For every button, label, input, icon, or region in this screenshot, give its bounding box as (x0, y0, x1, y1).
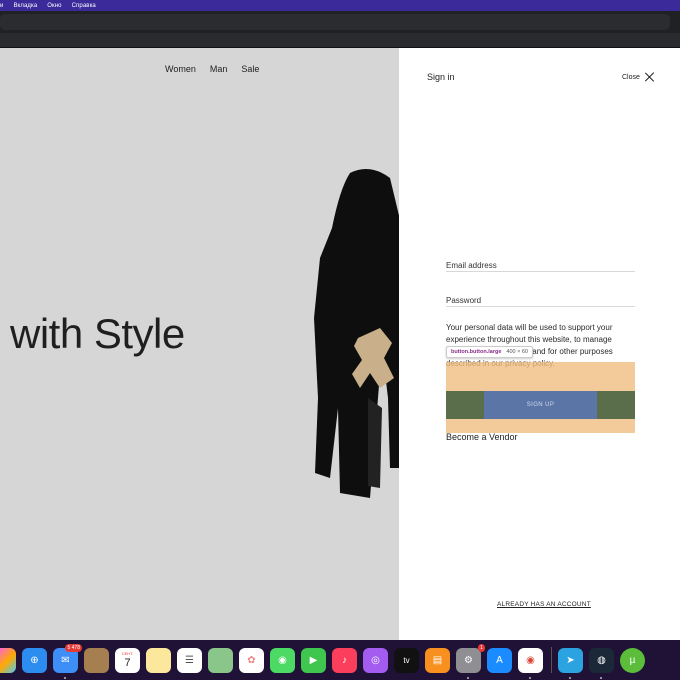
already-account-link[interactable]: ALREADY HAS AN ACCOUNT (497, 601, 591, 608)
menubar-item-window[interactable]: Окно (47, 3, 61, 9)
steam-icon[interactable]: ◍ (589, 647, 614, 679)
browser-addressbar[interactable] (0, 33, 680, 48)
password-field-wrapper (446, 290, 635, 307)
main-nav: Women Man Sale (165, 64, 259, 74)
devtools-tooltip: button.button.large 400 × 60 (446, 346, 533, 358)
macos-menubar: и Вкладка Окно Справка (0, 0, 680, 11)
close-button[interactable]: Close (622, 72, 655, 82)
chrome-icon[interactable]: ◉ (518, 647, 543, 679)
browser-tab[interactable] (0, 14, 670, 30)
menubar-item-help[interactable]: Справка (72, 3, 96, 9)
music-icon[interactable]: ♪ (332, 647, 357, 673)
mail-badge: 5 478 (65, 643, 82, 652)
launchpad-icon[interactable] (0, 647, 16, 673)
maps-icon[interactable] (208, 647, 233, 673)
macos-dock: ⊕ ✉ 5 478 СЕНТ. 7 ☰ ✿ ◉ ▶ ♪ ◎ tv ▤ ⚙ 1 A ◉… (0, 640, 680, 680)
become-vendor-link[interactable]: Become a Vendor (446, 432, 518, 442)
close-icon[interactable] (645, 72, 655, 82)
mail-icon[interactable]: ✉ 5 478 (53, 643, 82, 679)
privacy-text-1: Your personal data will be used to suppo… (446, 323, 613, 344)
screen: и Вкладка Окно Справка Women Man Sale wi… (0, 0, 680, 680)
signup-button[interactable]: SIGN UP (484, 391, 597, 419)
dock-separator (551, 647, 552, 673)
menubar-item-tab[interactable]: Вкладка (13, 3, 37, 9)
appletv-icon[interactable]: tv (394, 647, 419, 673)
browser-tabbar (0, 11, 680, 33)
nav-women[interactable]: Women (165, 64, 196, 74)
close-label: Close (622, 73, 640, 81)
drawer-title: Sign in (427, 72, 455, 82)
calendar-day: 7 (124, 657, 131, 669)
devtools-size: 400 × 60 (506, 349, 528, 355)
books-icon[interactable]: ▤ (425, 647, 450, 673)
messages-icon[interactable]: ◉ (270, 647, 295, 673)
facetime-icon[interactable]: ▶ (301, 647, 326, 673)
email-field[interactable] (446, 261, 635, 270)
safari-icon[interactable]: ⊕ (22, 647, 47, 673)
calendar-icon[interactable]: СЕНТ. 7 (115, 647, 140, 673)
nav-sale[interactable]: Sale (241, 64, 259, 74)
contacts-icon[interactable] (84, 647, 109, 673)
telegram-icon[interactable]: ➤ (558, 647, 583, 679)
photos-icon[interactable]: ✿ (239, 647, 264, 673)
devtools-selector: button.button.large (451, 349, 502, 355)
signin-drawer: Sign in Close Your personal data will be… (399, 48, 680, 640)
nav-man[interactable]: Man (210, 64, 228, 74)
settings-badge: 1 (478, 643, 485, 652)
hoodie-image (314, 169, 406, 498)
email-field-wrapper (446, 255, 635, 272)
utorrent-icon[interactable]: µ (620, 647, 645, 673)
system-settings-icon[interactable]: ⚙ 1 (456, 643, 485, 679)
hero-heading: with Style (10, 310, 185, 357)
devtools-element-highlight: SIGN UP (446, 362, 635, 433)
devtools-padding-highlight: SIGN UP (446, 391, 635, 419)
reminders-icon[interactable]: ☰ (177, 647, 202, 673)
app-store-icon[interactable]: A (487, 647, 512, 673)
appletv-label: tv (403, 655, 410, 665)
menubar-item[interactable]: и (0, 3, 3, 9)
notes-icon[interactable] (146, 647, 171, 673)
podcasts-icon[interactable]: ◎ (363, 647, 388, 673)
password-field[interactable] (446, 296, 635, 305)
